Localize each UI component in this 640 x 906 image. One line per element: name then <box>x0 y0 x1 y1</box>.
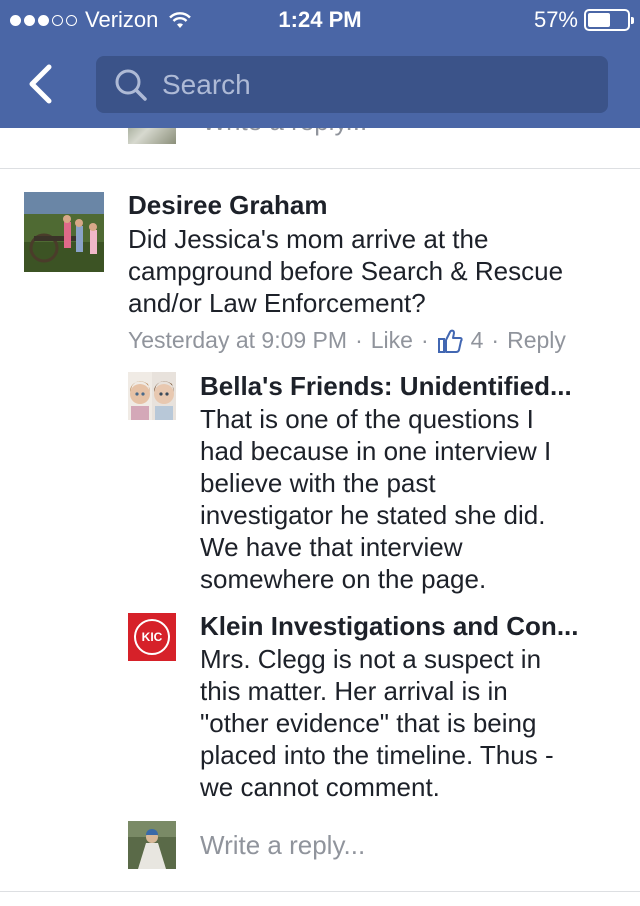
kic-logo: KIC <box>134 619 170 655</box>
separator: · <box>491 327 500 353</box>
reply-text-line: We have that interview <box>200 532 463 562</box>
avatar[interactable] <box>128 372 176 420</box>
like-button[interactable]: Like <box>371 327 413 354</box>
reply-text: Mrs. Clegg is not a suspect in this matt… <box>200 643 620 803</box>
reply-text-line: we cannot comment. <box>200 772 440 802</box>
back-button[interactable] <box>20 62 60 106</box>
battery-fill <box>588 13 610 27</box>
app-header: Verizon 1:24 PM 57% <box>0 0 640 128</box>
profile-photo <box>128 821 176 869</box>
reply-text-line: somewhere on the page. <box>200 564 487 594</box>
like-count[interactable]: 4 <box>471 327 484 354</box>
reply-text-line: "other evidence" that is being <box>200 708 537 738</box>
battery-icon <box>584 9 634 31</box>
reply-text-line: believe with the past <box>200 468 436 498</box>
reply-author[interactable]: Bella's Friends: Unidentified... <box>200 371 620 402</box>
search-bar[interactable] <box>96 56 608 113</box>
reply-text: That is one of the questions I had becau… <box>200 403 620 595</box>
separator: · <box>420 327 429 353</box>
status-right: 57% <box>533 7 634 33</box>
profile-photo <box>24 192 104 272</box>
reply-button[interactable]: Reply <box>507 327 566 354</box>
battery-percent: 57% <box>533 7 578 32</box>
reply-text-line: had because in one interview I <box>200 436 552 466</box>
avatar <box>128 821 176 869</box>
divider <box>0 891 640 892</box>
thumbs-up-icon[interactable] <box>437 328 463 354</box>
comment-meta: Yesterday at 9:09 PM · Like · 4 · Reply <box>128 327 628 354</box>
reply-text-line: this matter. Her arrival is in <box>200 676 508 706</box>
reply-text-line: That is one of the questions I <box>200 404 534 434</box>
separator: · <box>355 327 363 353</box>
status-bar: Verizon 1:24 PM 57% <box>0 0 640 40</box>
reply-text-line: placed into the timeline. Thus - <box>200 740 554 770</box>
comment-author[interactable]: Desiree Graham <box>128 190 628 221</box>
comment: Desiree Graham Did Jessica's mom arrive … <box>128 190 628 354</box>
avatar[interactable] <box>24 192 104 272</box>
comment-text-line: and/or Law Enforcement? <box>128 288 426 318</box>
comment-text: Did Jessica's mom arrive at the campgrou… <box>128 223 628 319</box>
write-reply-input[interactable]: Write a reply... <box>200 830 365 861</box>
divider <box>0 168 640 169</box>
reply: Bella's Friends: Unidentified... That is… <box>200 371 620 595</box>
chevron-left-icon <box>29 64 52 104</box>
reply-author[interactable]: Klein Investigations and Con... <box>200 611 620 642</box>
comment-timestamp[interactable]: Yesterday at 9:09 PM <box>128 327 347 354</box>
search-input[interactable] <box>162 68 562 101</box>
reply: Klein Investigations and Con... Mrs. Cle… <box>200 611 620 803</box>
search-icon <box>115 69 147 101</box>
avatar[interactable]: KIC <box>128 613 176 661</box>
avatar <box>128 128 176 144</box>
previous-write-reply-placeholder: Write a reply... <box>202 128 367 137</box>
reply-text-line: Mrs. Clegg is not a suspect in <box>200 644 542 674</box>
comment-text-line: Did Jessica's mom arrive at the <box>128 224 489 254</box>
comment-text-line: campground before Search & Rescue <box>128 256 564 286</box>
previous-write-reply-row[interactable]: Write a reply... <box>128 128 640 144</box>
reply-text-line: investigator he stated she did. <box>200 500 546 530</box>
profile-photo <box>128 372 176 420</box>
kic-logo-text: KIC <box>141 630 163 644</box>
